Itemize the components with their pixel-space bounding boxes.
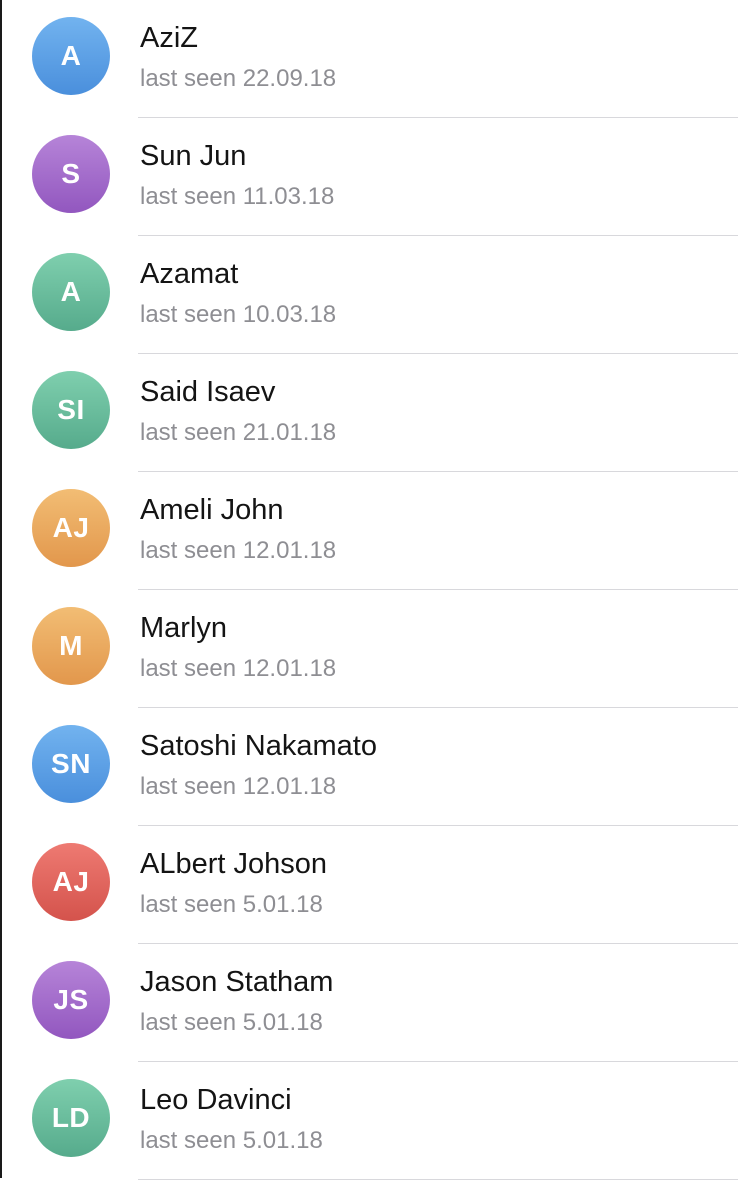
contact-row-aziz[interactable]: A AziZ last seen 22.09.18 — [0, 0, 738, 118]
avatar-initials: S — [61, 158, 81, 189]
avatar: AJ — [32, 843, 110, 921]
contact-name: Jason Statham — [140, 966, 334, 998]
avatar-initials: M — [59, 630, 83, 661]
last-seen-status: last seen 5.01.18 — [140, 891, 323, 918]
avatar-initials: SN — [51, 748, 91, 779]
last-seen-status: last seen 5.01.18 — [140, 1009, 323, 1036]
avatar: M — [32, 607, 110, 685]
contact-row-ameli-john[interactable]: AJ Ameli John last seen 12.01.18 — [0, 472, 738, 590]
last-seen-status: last seen 11.03.18 — [140, 183, 335, 210]
contact-row-marlyn[interactable]: M Marlyn last seen 12.01.18 — [0, 590, 738, 708]
contact-name: Satoshi Nakamato — [140, 730, 377, 762]
avatar: SI — [32, 371, 110, 449]
avatar-initials: A — [60, 276, 82, 307]
last-seen-status: last seen 21.01.18 — [140, 419, 337, 446]
last-seen-status: last seen 10.03.18 — [140, 301, 337, 328]
last-seen-status: last seen 22.09.18 — [140, 65, 337, 92]
avatar: S — [32, 135, 110, 213]
avatar-initials: AJ — [52, 866, 90, 897]
contact-row-satoshi-nakamato[interactable]: SN Satoshi Nakamato last seen 12.01.18 — [0, 708, 738, 826]
contact-row-azamat[interactable]: A Azamat last seen 10.03.18 — [0, 236, 738, 354]
contact-name: ALbert Johson — [140, 848, 328, 880]
contact-name: Azamat — [140, 258, 239, 290]
avatar: A — [32, 17, 110, 95]
last-seen-status: last seen 5.01.18 — [140, 1127, 323, 1154]
contact-row-jason-statham[interactable]: JS Jason Statham last seen 5.01.18 — [0, 944, 738, 1062]
last-seen-status: last seen 12.01.18 — [140, 655, 337, 682]
contact-row-said-isaev[interactable]: SI Said Isaev last seen 21.01.18 — [0, 354, 738, 472]
contact-row-leo-davinci[interactable]: LD Leo Davinci last seen 5.01.18 — [0, 1062, 738, 1180]
last-seen-status: last seen 12.01.18 — [140, 773, 337, 800]
avatar: A — [32, 253, 110, 331]
avatar-initials: AJ — [52, 512, 90, 543]
avatar-initials: SI — [57, 394, 85, 425]
contact-name: Sun Jun — [140, 140, 247, 172]
contact-name: Ameli John — [140, 494, 284, 526]
avatar-initials: JS — [53, 984, 89, 1015]
avatar: SN — [32, 725, 110, 803]
contact-row-sun-jun[interactable]: S Sun Jun last seen 11.03.18 — [0, 118, 738, 236]
contact-row-albert-johson[interactable]: AJ ALbert Johson last seen 5.01.18 — [0, 826, 738, 944]
contact-name: AziZ — [140, 22, 198, 54]
contact-name: Leo Davinci — [140, 1084, 292, 1116]
avatar-initials: LD — [51, 1102, 91, 1133]
last-seen-status: last seen 12.01.18 — [140, 537, 337, 564]
avatar: JS — [32, 961, 110, 1039]
avatar: AJ — [32, 489, 110, 567]
contact-name: Said Isaev — [140, 376, 276, 408]
contact-name: Marlyn — [140, 612, 228, 644]
contact-list: A AziZ last seen 22.09.18 S Sun Jun last… — [0, 0, 738, 1180]
avatar: LD — [32, 1079, 110, 1157]
avatar-initials: A — [60, 40, 82, 71]
